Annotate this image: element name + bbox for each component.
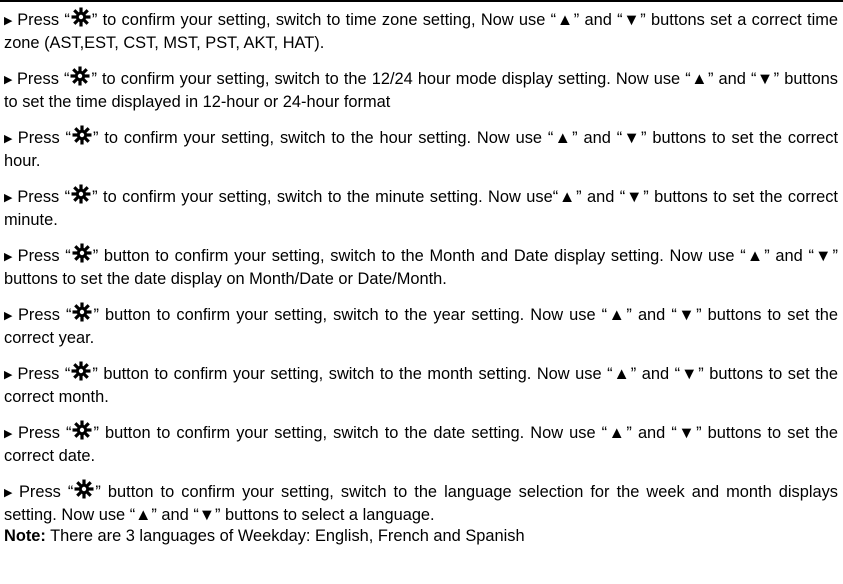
instruction-step: ▶ Press “ ” to confirm your setting, swit…: [4, 66, 838, 113]
step-text-before: Press “: [18, 483, 74, 501]
step-text-after: ” button to confirm your setting, switch…: [4, 306, 838, 347]
step-text-before: Press “: [17, 129, 72, 147]
step-text-after: ” button to confirm your setting, switch…: [4, 483, 838, 524]
instructions-document: ▶ Press “ ” to confirm your setting, swit…: [4, 7, 838, 547]
bullet-arrow-icon: ▶: [4, 15, 14, 27]
note: Note: There are 3 languages of Weekday: …: [4, 526, 838, 547]
step-text-before: Press “: [17, 365, 71, 383]
bullet-arrow-icon: ▶: [4, 428, 14, 440]
bullet-arrow-icon: ▶: [4, 487, 15, 499]
instruction-step: ▶ Press “ ” button to confirm your settin…: [4, 479, 838, 526]
gear-icon: [71, 420, 93, 440]
gear-icon: [70, 7, 92, 27]
bullet-arrow-icon: ▶: [4, 192, 14, 204]
bullet-arrow-icon: ▶: [4, 74, 13, 86]
instruction-step: ▶ Press “ ” button to confirm your settin…: [4, 420, 838, 467]
step-text-after: ” button to confirm your setting, switch…: [4, 424, 838, 465]
step-text-after: ” button to confirm your setting, switch…: [4, 247, 838, 288]
step-text-after: ” to confirm your setting, switch to tim…: [4, 11, 838, 52]
step-text-before: Press “: [18, 424, 72, 442]
step-text-before: Press “: [17, 188, 71, 206]
gear-icon: [71, 125, 93, 145]
step-text-before: Press “: [17, 11, 70, 29]
bullet-arrow-icon: ▶: [4, 251, 14, 263]
instruction-list: ▶ Press “ ” to confirm your setting, swit…: [4, 7, 838, 526]
step-text-before: Press “: [17, 70, 70, 88]
instruction-step: ▶ Press “ ” to confirm your setting, swit…: [4, 125, 838, 172]
gear-icon: [71, 302, 93, 322]
gear-icon: [71, 243, 93, 263]
gear-icon: [73, 479, 95, 499]
instruction-step: ▶ Press “ ” button to confirm your settin…: [4, 361, 838, 408]
instruction-step: ▶ Press “ ” to confirm your setting, swit…: [4, 7, 838, 54]
note-label: Note:: [4, 527, 46, 545]
step-text-after: ” button to confirm your setting, switch…: [4, 365, 838, 406]
instruction-step: ▶ Press “ ” to confirm your setting, swit…: [4, 184, 838, 231]
step-text-after: ” to confirm your setting, switch to the…: [4, 188, 838, 229]
gear-icon: [70, 184, 92, 204]
step-text-before: Press “: [17, 247, 71, 265]
instruction-step: ▶ Press “ ” button to confirm your settin…: [4, 302, 838, 349]
instruction-step: ▶ Press “ ” button to confirm your settin…: [4, 243, 838, 290]
note-text: There are 3 languages of Weekday: Englis…: [45, 527, 525, 545]
bullet-arrow-icon: ▶: [4, 310, 14, 322]
top-rule: [0, 0, 843, 2]
step-text-before: Press “: [18, 306, 72, 324]
bullet-arrow-icon: ▶: [4, 133, 14, 145]
bullet-arrow-icon: ▶: [4, 369, 14, 381]
step-text-after: ” to confirm your setting, switch to the…: [4, 129, 838, 170]
gear-icon: [69, 66, 91, 86]
gear-icon: [70, 361, 92, 381]
step-text-after: ” to confirm your setting, switch to the…: [4, 70, 838, 111]
